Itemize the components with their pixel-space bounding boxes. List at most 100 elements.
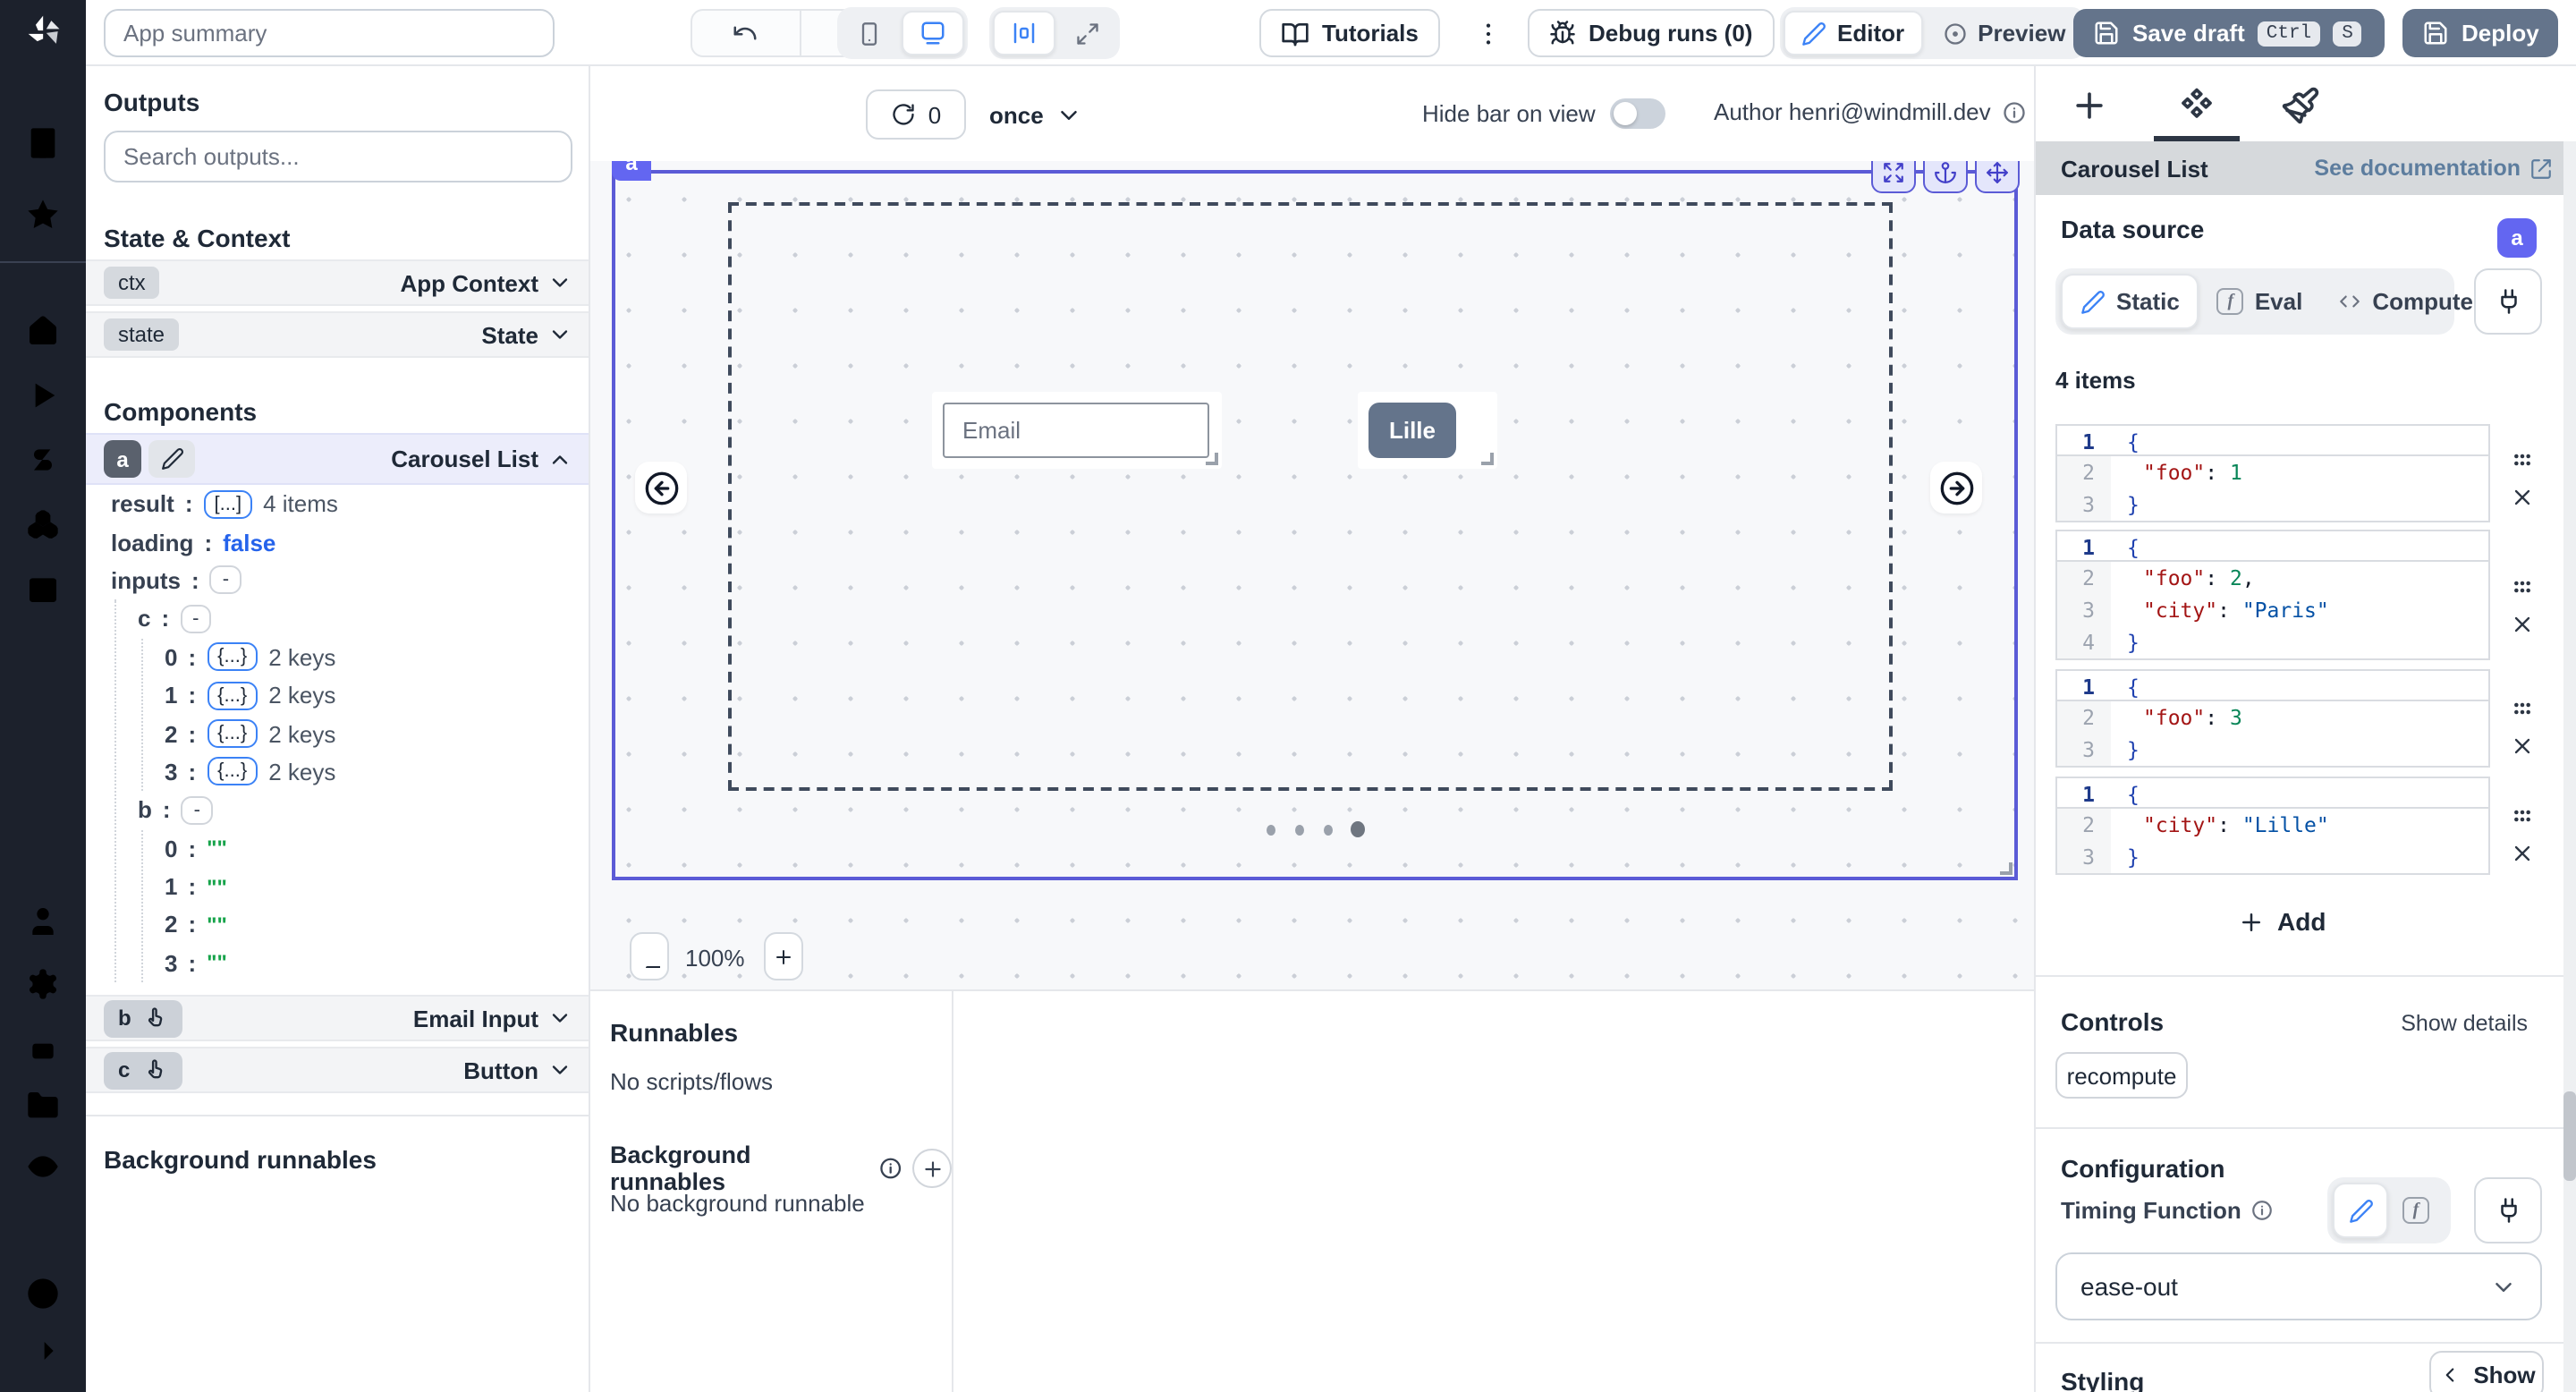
mobile-view-button[interactable] xyxy=(841,11,898,55)
hide-bar-toggle[interactable] xyxy=(1610,98,1665,129)
tree-row-b0[interactable]: 0: "" xyxy=(165,829,338,868)
carousel-dot-3[interactable] xyxy=(1324,825,1333,836)
right-panel-scrollbar[interactable] xyxy=(2563,141,2576,1392)
carousel-item-editor-4[interactable]: 1{ 2"city": "Lille" 3} xyxy=(2055,777,2490,875)
remove-item-icon[interactable] xyxy=(2508,612,2537,637)
carousel-dot-2[interactable] xyxy=(1295,825,1304,836)
drag-handle-icon[interactable] xyxy=(2508,446,2537,474)
resize-handle[interactable] xyxy=(1481,453,1494,465)
collapse-box[interactable]: - xyxy=(210,566,242,595)
button-component-row[interactable]: c Button xyxy=(86,1047,590,1093)
tree-row-c2[interactable]: 2: {...} 2 keys xyxy=(165,715,338,753)
state-row[interactable]: state State xyxy=(86,311,590,358)
styling-show-button[interactable]: Show xyxy=(2429,1351,2544,1392)
tree-row-b1[interactable]: 1: "" xyxy=(165,868,338,906)
tutorials-button[interactable]: Tutorials xyxy=(1259,9,1440,57)
tree-row-c0[interactable]: 0: {...} 2 keys xyxy=(165,638,338,676)
home-icon[interactable] xyxy=(25,313,61,349)
schedules-calendar-icon[interactable] xyxy=(25,571,61,607)
carousel-item-editor-2[interactable]: 1{ 2"foo": 2, 3"city": "Paris" 4} xyxy=(2055,530,2490,660)
add-background-runnable-button[interactable] xyxy=(913,1149,952,1188)
deploy-button[interactable]: Deploy xyxy=(2402,9,2559,57)
workers-robot-icon[interactable] xyxy=(25,1029,61,1065)
tree-row-b[interactable]: b: - xyxy=(138,791,338,829)
debug-runs-button[interactable]: Debug runs (0) xyxy=(1528,9,1774,57)
object-collapse-box[interactable]: {...} xyxy=(207,681,258,709)
styling-tab-brush-icon[interactable] xyxy=(2281,86,2320,125)
editor-tab[interactable]: Editor xyxy=(1784,11,1922,55)
array-collapse-box[interactable]: [...] xyxy=(204,489,253,518)
selected-carousel-component[interactable]: a Lille xyxy=(612,170,2018,880)
add-item-button[interactable]: Add xyxy=(2238,907,2326,936)
object-collapse-box[interactable]: {...} xyxy=(207,758,258,786)
carousel-component-row[interactable]: a Carousel List xyxy=(86,433,590,485)
static-mode-button[interactable]: Static xyxy=(2061,274,2199,329)
undo-button[interactable] xyxy=(692,11,799,55)
email-input-wrapper[interactable] xyxy=(932,392,1222,469)
zoom-in-button[interactable] xyxy=(764,932,803,980)
info-icon[interactable] xyxy=(878,1156,902,1181)
carousel-prev-button[interactable] xyxy=(635,462,687,514)
tree-row-inputs[interactable]: inputs: - xyxy=(111,562,338,600)
connect-plug-button[interactable] xyxy=(2474,268,2542,335)
tree-row-b3[interactable]: 3: "" xyxy=(165,944,338,982)
resources-boxes-icon[interactable] xyxy=(25,506,61,542)
users-icon[interactable] xyxy=(25,904,61,939)
resize-handle[interactable] xyxy=(1206,453,1218,465)
carousel-dot-1[interactable] xyxy=(1267,825,1275,836)
timing-eval-button[interactable]: f xyxy=(2388,1183,2444,1238)
remove-item-icon[interactable] xyxy=(2508,485,2537,510)
app-summary-input[interactable] xyxy=(104,9,555,57)
refresh-button[interactable]: 0 xyxy=(866,89,966,140)
timing-static-button[interactable] xyxy=(2333,1183,2388,1238)
drag-handle-icon[interactable] xyxy=(2508,694,2537,723)
timing-plug-button[interactable] xyxy=(2474,1177,2542,1243)
info-icon[interactable] xyxy=(2002,99,2027,124)
timing-function-select[interactable]: ease-out xyxy=(2055,1252,2542,1320)
settings-gear-icon[interactable] xyxy=(25,966,61,1002)
info-icon[interactable] xyxy=(2250,1199,2274,1222)
rename-pencil-button[interactable] xyxy=(148,440,195,478)
scrollbar-thumb[interactable] xyxy=(2563,1091,2576,1181)
carousel-next-button[interactable] xyxy=(1930,462,1982,514)
variables-dollar-icon[interactable] xyxy=(25,442,61,478)
audit-eye-icon[interactable] xyxy=(25,1149,61,1184)
compute-mode-button[interactable]: Compute xyxy=(2320,274,2491,329)
object-collapse-box[interactable]: {...} xyxy=(207,719,258,748)
frequency-dropdown[interactable]: once xyxy=(989,89,1083,140)
email-input-widget[interactable] xyxy=(943,403,1209,458)
component-tag[interactable]: a xyxy=(612,161,651,181)
tree-row-c1[interactable]: 1: {...} 2 keys xyxy=(165,676,338,715)
runs-play-icon[interactable] xyxy=(25,378,61,413)
carousel-item-editor-1[interactable]: 1{ 2"foo": 1 3} xyxy=(2055,424,2490,522)
zoom-out-button[interactable] xyxy=(630,932,669,980)
help-icon[interactable] xyxy=(25,1276,61,1311)
tree-row-result[interactable]: result: [...] 4 items xyxy=(111,485,338,523)
component-resize-handle[interactable] xyxy=(2000,862,2012,875)
insert-component-tab-plus-icon[interactable] xyxy=(2070,86,2109,125)
folders-icon[interactable] xyxy=(25,1088,61,1124)
windmill-logo-icon[interactable] xyxy=(25,13,64,52)
ctx-row[interactable]: ctx App Context xyxy=(86,259,590,306)
tree-row-loading[interactable]: loading: false xyxy=(111,523,338,562)
email-input-component-row[interactable]: b Email Input xyxy=(86,995,590,1041)
app-canvas[interactable]: a Lille xyxy=(590,161,2034,989)
collapse-arrow-icon[interactable] xyxy=(25,1333,61,1369)
full-width-button[interactable] xyxy=(1059,11,1116,55)
see-documentation-link[interactable]: See documentation xyxy=(2314,156,2553,181)
remove-item-icon[interactable] xyxy=(2508,841,2537,866)
carousel-item-editor-3[interactable]: 1{ 2"foo": 3 3} xyxy=(2055,669,2490,768)
button-wrapper[interactable]: Lille xyxy=(1358,392,1497,469)
save-draft-button[interactable]: Save draft Ctrl S xyxy=(2073,9,2385,57)
drag-handle-icon[interactable] xyxy=(2508,573,2537,601)
anchor-component-button[interactable] xyxy=(1923,161,1968,193)
remove-item-icon[interactable] xyxy=(2508,734,2537,759)
center-content-button[interactable] xyxy=(993,11,1055,55)
recompute-button[interactable]: recompute xyxy=(2055,1052,2188,1099)
preview-tab[interactable]: Preview xyxy=(1926,11,2081,55)
workspace-building-icon[interactable] xyxy=(25,125,61,161)
move-component-button[interactable] xyxy=(1975,161,2020,193)
object-collapse-box[interactable]: {...} xyxy=(207,643,258,672)
more-menu-kebab-icon[interactable] xyxy=(1474,20,1503,48)
eval-mode-button[interactable]: f Eval xyxy=(2199,274,2321,329)
